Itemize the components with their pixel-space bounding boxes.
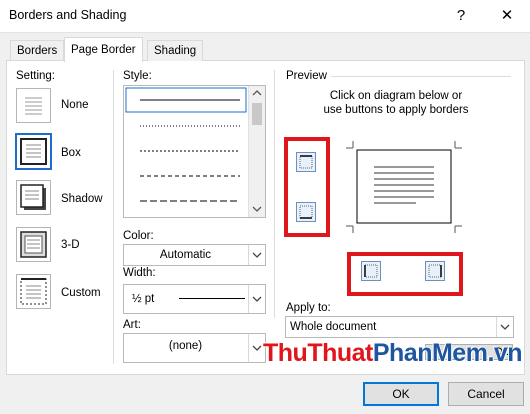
color-value: Automatic	[159, 249, 212, 261]
help-button[interactable]: ?	[446, 4, 476, 28]
setting-shadow-label[interactable]: Shadow	[61, 193, 103, 205]
setting-heading: Setting:	[16, 70, 55, 82]
right-border-button[interactable]	[425, 261, 445, 281]
tab-borders[interactable]: Borders	[10, 40, 65, 61]
color-dropdown[interactable]: Automatic	[123, 244, 266, 266]
chevron-down-icon	[248, 245, 265, 265]
width-dropdown[interactable]: ½ pt	[123, 284, 266, 314]
setting-box-icon[interactable]	[15, 133, 52, 170]
setting-custom-label[interactable]: Custom	[61, 287, 101, 299]
divider	[274, 70, 275, 318]
width-preview-line	[179, 298, 245, 299]
divider	[113, 70, 114, 364]
close-button[interactable]: ✕	[492, 4, 522, 28]
watermark-part: PhanMem.vn	[372, 339, 523, 367]
setting-3d-label[interactable]: 3-D	[61, 239, 80, 251]
bottom-border-icon	[299, 205, 313, 219]
setting-none-icon[interactable]	[16, 88, 51, 123]
style-scrollbar[interactable]	[248, 86, 265, 217]
scroll-arrows-icon	[252, 90, 262, 212]
apply-to-heading: Apply to:	[286, 302, 331, 314]
top-border-icon	[299, 155, 313, 169]
setting-custom-icon[interactable]	[16, 274, 51, 309]
chevron-down-icon	[496, 317, 513, 337]
color-heading: Color:	[123, 230, 154, 242]
setting-shadow-icon[interactable]	[16, 180, 51, 215]
setting-box-label[interactable]: Box	[61, 147, 81, 159]
top-border-button[interactable]	[296, 152, 316, 172]
preview-hint-2: use buttons to apply borders	[323, 104, 469, 116]
preview-rule	[331, 76, 511, 77]
preview-hint-1: Click on diagram below or	[329, 90, 463, 102]
watermark-text: ThuThuatPhanMem.vn	[263, 339, 523, 368]
apply-to-value: Whole document	[290, 321, 377, 333]
right-border-icon	[428, 264, 442, 278]
cancel-button[interactable]: Cancel	[448, 382, 524, 406]
preview-diagram[interactable]	[346, 141, 462, 233]
left-border-button[interactable]	[361, 261, 381, 281]
art-dropdown[interactable]: (none)	[123, 333, 266, 363]
art-heading: Art:	[123, 319, 141, 331]
chevron-down-icon	[248, 285, 265, 313]
style-heading: Style:	[123, 70, 152, 82]
style-list[interactable]	[123, 85, 266, 218]
watermark-part: ThuThuat	[263, 339, 373, 367]
apply-to-dropdown[interactable]: Whole document	[285, 316, 514, 338]
width-heading: Width:	[123, 267, 156, 279]
width-value: ½ pt	[132, 293, 155, 305]
tab-shading[interactable]: Shading	[147, 40, 204, 61]
tab-page-border[interactable]: Page Border	[64, 37, 143, 62]
setting-none-label[interactable]: None	[61, 99, 89, 111]
setting-3d-icon[interactable]	[16, 227, 51, 262]
ok-button[interactable]: OK	[363, 382, 439, 406]
window-title: Borders and Shading	[9, 8, 127, 22]
left-border-icon	[364, 264, 378, 278]
preview-heading: Preview	[286, 70, 327, 82]
art-value: (none)	[168, 340, 203, 352]
bottom-border-button[interactable]	[296, 202, 316, 222]
